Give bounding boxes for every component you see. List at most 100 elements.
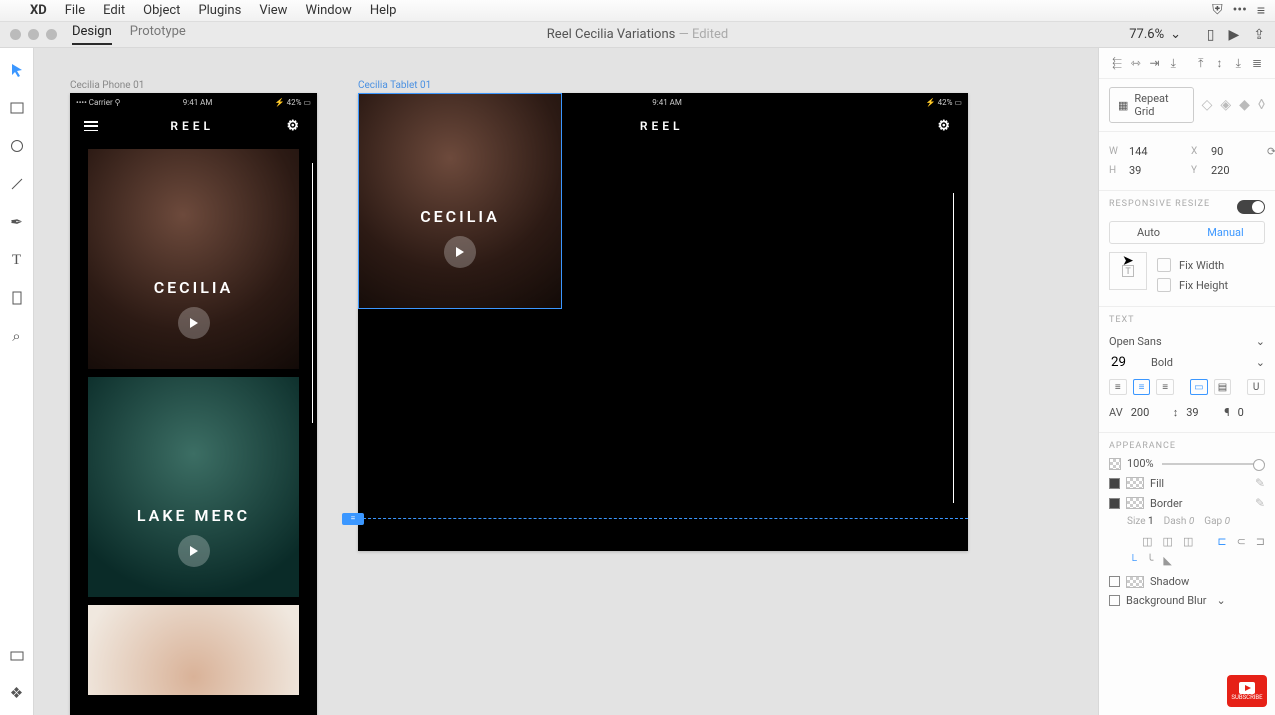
auto-tab[interactable]: Auto xyxy=(1110,222,1187,243)
fix-height-icon[interactable] xyxy=(1157,278,1171,292)
eyedropper-icon[interactable]: ✎ xyxy=(1255,476,1265,490)
menu-plugins[interactable]: Plugins xyxy=(198,3,241,18)
text-point-icon[interactable]: ▭ xyxy=(1190,379,1208,395)
x-input[interactable] xyxy=(1209,144,1249,159)
document-topbar: Design Prototype Reel Cecilia Variations… xyxy=(0,22,1275,48)
artboard-tool-icon[interactable] xyxy=(5,286,29,310)
shield-icon[interactable]: ⛨ xyxy=(1212,2,1223,19)
select-tool-icon[interactable] xyxy=(5,58,29,82)
cap-butt-icon[interactable]: ⊏ xyxy=(1217,535,1226,548)
manual-tab[interactable]: Manual xyxy=(1187,222,1264,243)
layers-icon[interactable]: ❖ xyxy=(5,681,29,705)
artboard-label[interactable]: Cecilia Phone 01 xyxy=(70,80,144,91)
zoom-icon[interactable] xyxy=(46,29,57,40)
ellipse-tool-icon[interactable] xyxy=(5,134,29,158)
shadow-swatch[interactable] xyxy=(1126,576,1144,588)
cap-round-icon[interactable]: ⊂ xyxy=(1237,535,1246,548)
menu-view[interactable]: View xyxy=(259,3,287,18)
fill-swatch[interactable] xyxy=(1126,477,1144,489)
exclude-icon[interactable]: ◊ xyxy=(1258,97,1265,113)
text-area-icon[interactable]: ▤ xyxy=(1214,379,1232,395)
chevron-down-icon: ⌄ xyxy=(1256,356,1265,369)
chevron-down-icon[interactable]: ⌄ xyxy=(1217,594,1226,607)
selection-handle[interactable]: = xyxy=(342,513,364,525)
font-family-dropdown[interactable]: Open Sans⌄ xyxy=(1109,331,1265,352)
tab-prototype[interactable]: Prototype xyxy=(130,24,186,45)
join-bevel-icon[interactable]: ◣ xyxy=(1163,554,1171,567)
artboard-label[interactable]: Cecilia Tablet 01 xyxy=(358,80,431,91)
border-swatch[interactable] xyxy=(1126,497,1144,509)
stroke-outer-icon[interactable]: ◫ xyxy=(1183,535,1193,548)
text-align-center-icon[interactable]: ≡ xyxy=(1133,379,1151,395)
opacity-slider[interactable] xyxy=(1162,463,1265,465)
repeat-grid-button[interactable]: ▦ Repeat Grid xyxy=(1109,87,1194,123)
stroke-center-icon[interactable]: ◫ xyxy=(1163,535,1173,548)
assets-icon[interactable] xyxy=(5,643,29,667)
fix-width-icon[interactable] xyxy=(1157,258,1171,272)
font-size-input[interactable] xyxy=(1109,352,1139,373)
shadow-checkbox[interactable] xyxy=(1109,576,1120,587)
align-top-icon[interactable]: ⤒ xyxy=(1193,56,1209,70)
underline-icon[interactable]: U xyxy=(1247,379,1265,395)
subtract-icon[interactable]: ◈ xyxy=(1220,97,1231,113)
eyedropper-icon[interactable]: ✎ xyxy=(1255,496,1265,510)
menu-edit[interactable]: Edit xyxy=(103,3,125,18)
rect-tool-icon[interactable] xyxy=(5,96,29,120)
youtube-subscribe-button[interactable]: SUBSCRIBE xyxy=(1227,675,1267,707)
font-weight-dropdown[interactable]: Bold⌄ xyxy=(1151,352,1265,373)
line-tool-icon[interactable] xyxy=(5,172,29,196)
artboard-tablet[interactable]: •••• Carrier ⚲ 9:41 AM ⚡ 42% ▭ REEL ⚙ CE… xyxy=(358,93,968,551)
align-bottom-icon[interactable]: ⤓ xyxy=(1230,56,1246,70)
pen-tool-icon[interactable]: ✒ xyxy=(5,210,29,234)
width-input[interactable] xyxy=(1127,144,1167,159)
zoom-tool-icon[interactable]: ⌕ xyxy=(5,324,29,348)
align-right-icon[interactable]: ⇥ xyxy=(1147,56,1163,70)
device-preview-icon[interactable]: ▯ xyxy=(1207,27,1215,43)
paragraph-input[interactable] xyxy=(1236,405,1256,420)
fill-checkbox[interactable] xyxy=(1109,478,1120,489)
tracking-input[interactable] xyxy=(1129,405,1159,420)
cap-square-icon[interactable]: ⊐ xyxy=(1256,535,1265,548)
app-name[interactable]: XD xyxy=(30,3,47,18)
border-checkbox[interactable] xyxy=(1109,498,1120,509)
text-tool-icon[interactable]: T xyxy=(5,248,29,272)
play-icon[interactable]: ▶ xyxy=(1228,27,1239,43)
chevron-down-icon: ⌄ xyxy=(1256,335,1265,348)
y-input[interactable] xyxy=(1209,163,1249,178)
minimize-icon[interactable] xyxy=(28,29,39,40)
leading-input[interactable] xyxy=(1184,405,1210,420)
distribute-icon[interactable]: ≣ xyxy=(1249,56,1265,70)
intersect-icon[interactable]: ◆ xyxy=(1239,97,1250,113)
join-round-icon[interactable]: ╰ xyxy=(1147,554,1154,567)
share-icon[interactable]: ⇪ xyxy=(1253,27,1265,43)
stroke-inner-icon[interactable]: ◫ xyxy=(1142,535,1152,548)
text-align-left-icon[interactable]: ≡ xyxy=(1109,379,1127,395)
menu-lines-icon[interactable]: ≡ xyxy=(1257,2,1265,19)
menu-help[interactable]: Help xyxy=(370,3,397,18)
artboard-phone[interactable]: •••• Carrier ⚲ 9:41 AM ⚡ 42% ▭ REEL ⚙ CE… xyxy=(70,93,317,715)
tab-design[interactable]: Design xyxy=(72,24,112,45)
menu-file[interactable]: File xyxy=(65,3,85,18)
responsive-toggle[interactable] xyxy=(1237,200,1265,214)
align-center-h-icon[interactable]: ⇿ xyxy=(1128,56,1144,70)
rotate-icon[interactable]: ⟳ xyxy=(1267,145,1275,158)
align-center-v-icon[interactable]: ↕ xyxy=(1212,56,1228,70)
play-button-icon xyxy=(444,236,476,268)
union-icon[interactable]: ◇ xyxy=(1202,97,1213,113)
zoom-dropdown[interactable]: 77.6%⌄ xyxy=(1129,27,1181,42)
align-bottom-icon[interactable]: ⤓ xyxy=(1165,56,1181,70)
menu-object[interactable]: Object xyxy=(143,3,180,18)
opacity-value[interactable]: 100% xyxy=(1127,457,1154,470)
window-controls[interactable] xyxy=(10,29,57,40)
canvas[interactable]: Cecilia Phone 01 •••• Carrier ⚲ 9:41 AM … xyxy=(34,48,1098,715)
close-icon[interactable] xyxy=(10,29,21,40)
align-left-icon[interactable]: ⬱ xyxy=(1109,56,1125,70)
text-section-label: TEXT xyxy=(1109,315,1265,325)
selected-layer[interactable]: CECILIA xyxy=(358,93,562,309)
bgblur-checkbox[interactable] xyxy=(1109,595,1120,606)
menu-window[interactable]: Window xyxy=(305,3,351,18)
text-align-right-icon[interactable]: ≡ xyxy=(1156,379,1174,395)
dots-icon[interactable]: ••• xyxy=(1233,2,1247,19)
join-miter-icon[interactable]: └ xyxy=(1129,554,1137,567)
height-input[interactable] xyxy=(1127,163,1167,178)
